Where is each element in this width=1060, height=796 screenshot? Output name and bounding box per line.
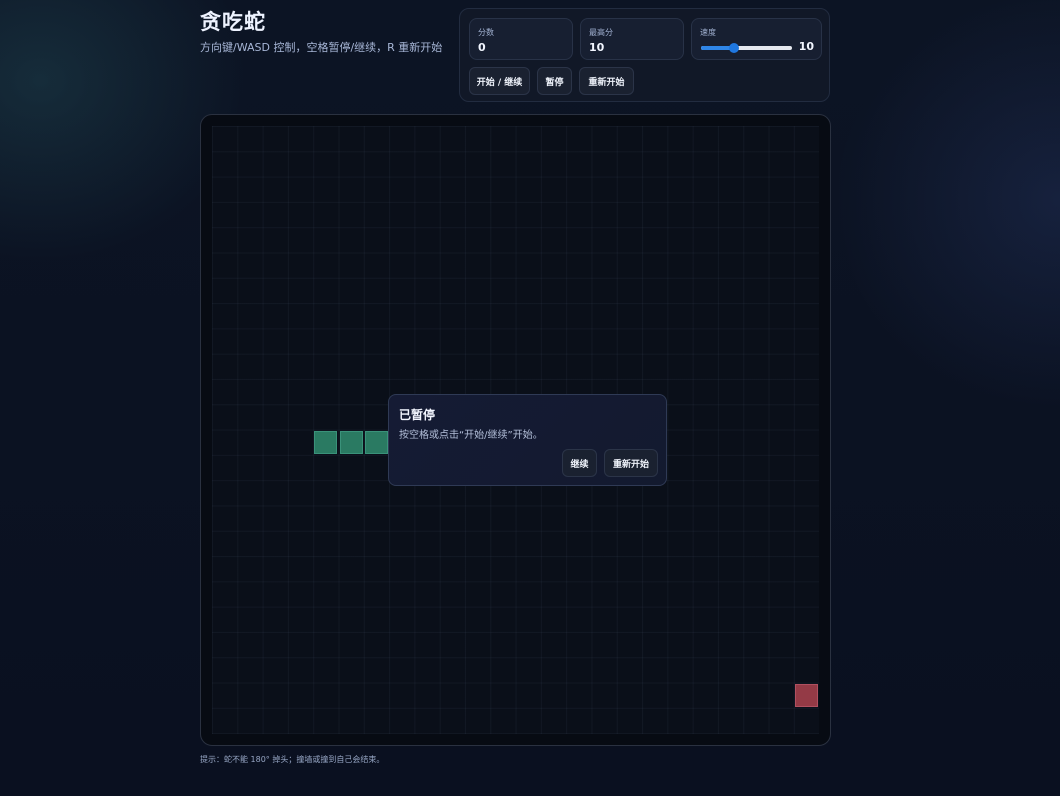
game-board[interactable]: 已暂停 按空格或点击“开始/继续”开始。 继续 重新开始 bbox=[212, 126, 819, 734]
hint-text: 提示：蛇不能 180° 掉头；撞墙或撞到自己会结束。 bbox=[200, 755, 385, 764]
pause-button[interactable]: 暂停 bbox=[537, 67, 572, 95]
speed-slider-thumb[interactable] bbox=[728, 43, 739, 53]
snake-segment bbox=[314, 430, 338, 454]
title-block: 贪吃蛇 方向键/WASD 控制，空格暂停/继续，R 重新开始 bbox=[200, 8, 450, 55]
snake-segment bbox=[364, 430, 388, 454]
restart-button[interactable]: 重新开始 bbox=[579, 67, 634, 95]
best-score-value: 10 bbox=[589, 41, 605, 54]
best-score-label: 最高分 bbox=[589, 28, 613, 37]
speed-value: 10 bbox=[798, 40, 814, 53]
app-title: 贪吃蛇 bbox=[200, 10, 266, 34]
control-panel: 分数 0 最高分 10 速度 10 开始 / 继续 暂停 重新开始 bbox=[459, 8, 830, 102]
start-continue-button[interactable]: 开始 / 继续 bbox=[469, 67, 530, 95]
snake-segment bbox=[339, 430, 363, 454]
food-item bbox=[794, 683, 818, 707]
speed-slider[interactable] bbox=[701, 43, 792, 53]
speed-card: 速度 10 bbox=[691, 18, 822, 60]
score-label: 分数 bbox=[478, 28, 494, 37]
speed-label: 速度 bbox=[700, 28, 716, 37]
score-card: 分数 0 bbox=[469, 18, 573, 60]
score-value: 0 bbox=[478, 41, 486, 54]
pause-title: 已暂停 bbox=[399, 408, 436, 422]
board-frame: 已暂停 按空格或点击“开始/继续”开始。 继续 重新开始 bbox=[200, 114, 831, 746]
app-subtitle: 方向键/WASD 控制，空格暂停/继续，R 重新开始 bbox=[200, 41, 443, 54]
pause-dialog: 已暂停 按空格或点击“开始/继续”开始。 继续 重新开始 bbox=[388, 394, 667, 486]
dialog-restart-button[interactable]: 重新开始 bbox=[604, 449, 658, 477]
pause-message: 按空格或点击“开始/继续”开始。 bbox=[399, 430, 543, 441]
best-score-card: 最高分 10 bbox=[580, 18, 684, 60]
continue-button[interactable]: 继续 bbox=[562, 449, 597, 477]
